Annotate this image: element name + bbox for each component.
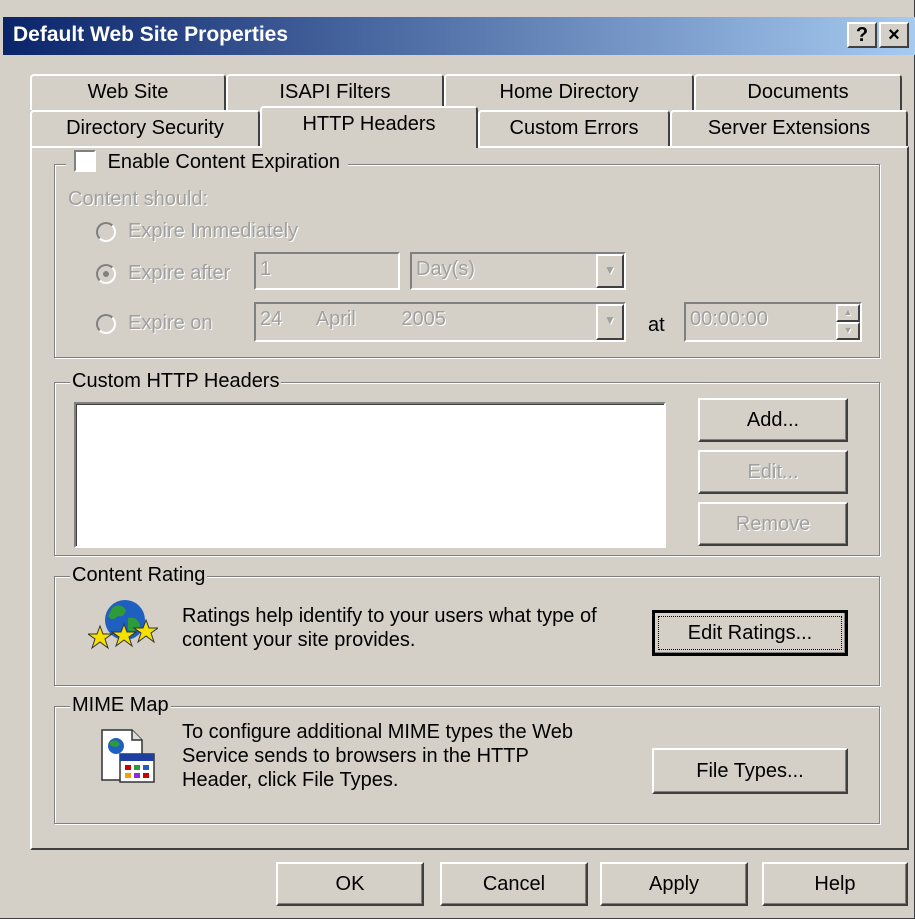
expire-after-radio[interactable] [96, 264, 116, 284]
mime-map-text-line1: To configure additional MIME types the W… [182, 721, 573, 743]
expire-immediately-radio[interactable] [96, 222, 116, 242]
expire-on-year: 2005 [401, 308, 446, 330]
tab-home-directory[interactable]: Home Directory [444, 74, 694, 110]
content-expiration-legend: Enable Content Expiration [66, 149, 348, 174]
expire-on-month: April [315, 308, 356, 330]
title-bar: Default Web Site Properties ? × [3, 17, 915, 55]
tab-documents[interactable]: Documents [694, 74, 902, 110]
content-should-label: Content should: [68, 188, 209, 210]
tab-server-extensions[interactable]: Server Extensions [670, 110, 908, 146]
apply-button[interactable]: Apply [600, 862, 748, 906]
content-rating-description: Ratings help identify to your users what… [182, 604, 597, 652]
expire-after-label[interactable]: Expire after [128, 262, 230, 285]
tab-http-headers[interactable]: HTTP Headers [260, 106, 478, 148]
expire-after-unit-value: Day(s) [416, 258, 475, 280]
edit-ratings-label: Edit Ratings... [687, 622, 813, 644]
close-title-button[interactable]: × [879, 22, 909, 48]
add-header-button[interactable]: Add... [698, 398, 848, 442]
edit-ratings-button[interactable]: Edit Ratings... [652, 610, 848, 656]
spin-up-icon[interactable]: ▲ [836, 304, 860, 322]
content-rating-text-line1: Ratings help identify to your users what… [182, 605, 597, 627]
custom-headers-list[interactable] [74, 402, 666, 548]
enable-content-expiration-label[interactable]: Enable Content Expiration [108, 151, 340, 173]
expire-after-value-field[interactable]: 1 [254, 252, 400, 290]
remove-header-button[interactable]: Remove [698, 502, 848, 546]
mime-map-legend: MIME Map [70, 694, 171, 717]
at-label: at [648, 314, 665, 336]
chevron-down-icon[interactable]: ▼ [596, 254, 624, 288]
file-types-button[interactable]: File Types... [652, 748, 848, 794]
mime-map-text-line3: Header, click File Types. [182, 769, 399, 791]
mime-map-description: To configure additional MIME types the W… [182, 720, 573, 792]
expire-immediately-label[interactable]: Expire Immediately [128, 220, 298, 243]
tab-isapi-filters[interactable]: ISAPI Filters [226, 74, 444, 110]
chevron-down-icon[interactable]: ▼ [596, 304, 624, 340]
content-rating-text-line2: content your site provides. [182, 629, 416, 651]
window-title: Default Web Site Properties [13, 23, 289, 46]
expire-on-radio[interactable] [96, 314, 116, 334]
edit-header-button[interactable]: Edit... [698, 450, 848, 494]
mime-document-icon [101, 729, 155, 783]
expire-time-value: 00:00:00 [690, 308, 768, 330]
mime-map-text-line2: Service sends to browsers in the HTTP [182, 745, 529, 767]
tab-custom-errors[interactable]: Custom Errors [478, 110, 670, 146]
expire-on-date-select[interactable]: 24 April 2005 ▼ [254, 302, 626, 342]
ok-button[interactable]: OK [276, 862, 424, 906]
expire-on-label[interactable]: Expire on [128, 312, 213, 335]
help-button[interactable]: Help [762, 862, 908, 906]
expire-after-unit-select[interactable]: Day(s) ▼ [410, 252, 626, 290]
enable-content-expiration-checkbox[interactable] [74, 149, 96, 172]
spin-down-icon[interactable]: ▼ [836, 322, 860, 340]
content-rating-legend: Content Rating [70, 564, 208, 587]
globe-stars-icon [88, 600, 158, 650]
properties-dialog: Default Web Site Properties ? × Web Site… [0, 0, 915, 919]
expire-time-field[interactable]: 00:00:00 ▲ ▼ [684, 302, 862, 342]
tab-directory-security[interactable]: Directory Security [30, 110, 260, 146]
help-title-button[interactable]: ? [847, 22, 877, 48]
custom-headers-legend: Custom HTTP Headers [70, 370, 282, 393]
tab-web-site[interactable]: Web Site [30, 74, 226, 110]
cancel-button[interactable]: Cancel [440, 862, 588, 906]
expire-on-day: 24 [260, 308, 283, 330]
